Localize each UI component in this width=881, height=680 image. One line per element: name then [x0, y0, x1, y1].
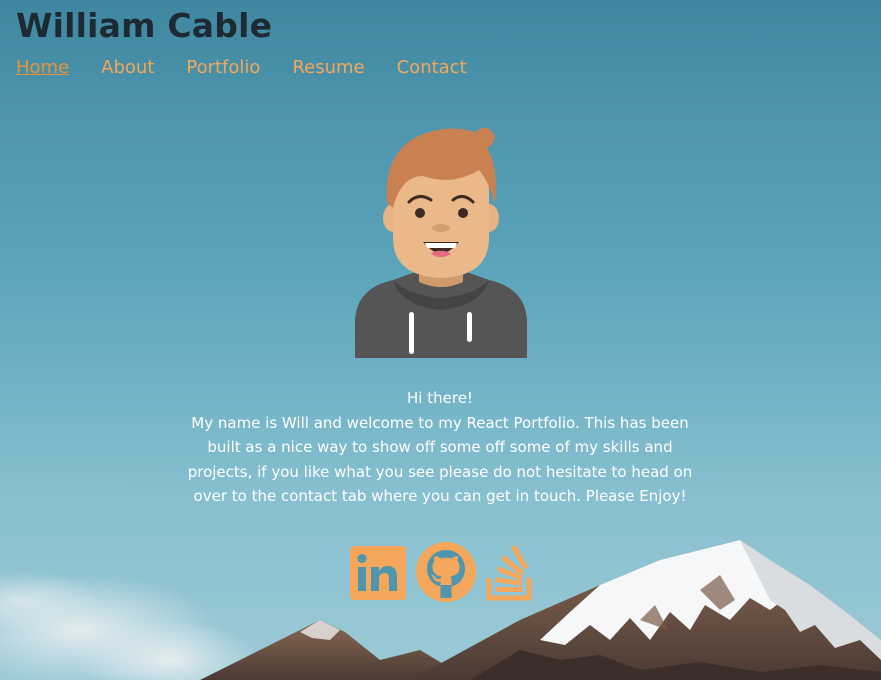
- nav-item-resume[interactable]: Resume: [292, 57, 364, 78]
- site-title: William Cable: [16, 6, 273, 45]
- avatar-illustration: [355, 127, 527, 358]
- linkedin-icon[interactable]: [349, 543, 407, 601]
- nav-item-portfolio[interactable]: Portfolio: [186, 57, 260, 78]
- nav-item-contact[interactable]: Contact: [397, 57, 467, 78]
- nav-item-about[interactable]: About: [101, 57, 154, 78]
- avatar: [353, 120, 529, 358]
- stackoverflow-icon[interactable]: [485, 542, 537, 602]
- intro-greeting: Hi there!: [407, 389, 473, 407]
- intro-text: My name is Will and welcome to my React …: [187, 413, 693, 506]
- github-icon[interactable]: [415, 541, 477, 603]
- intro-section: Hi there! My name is Will and welcome to…: [180, 386, 700, 509]
- social-links: [349, 541, 537, 603]
- nav-item-home[interactable]: Home: [16, 57, 69, 78]
- main-nav: Home About Portfolio Resume Contact: [16, 57, 467, 78]
